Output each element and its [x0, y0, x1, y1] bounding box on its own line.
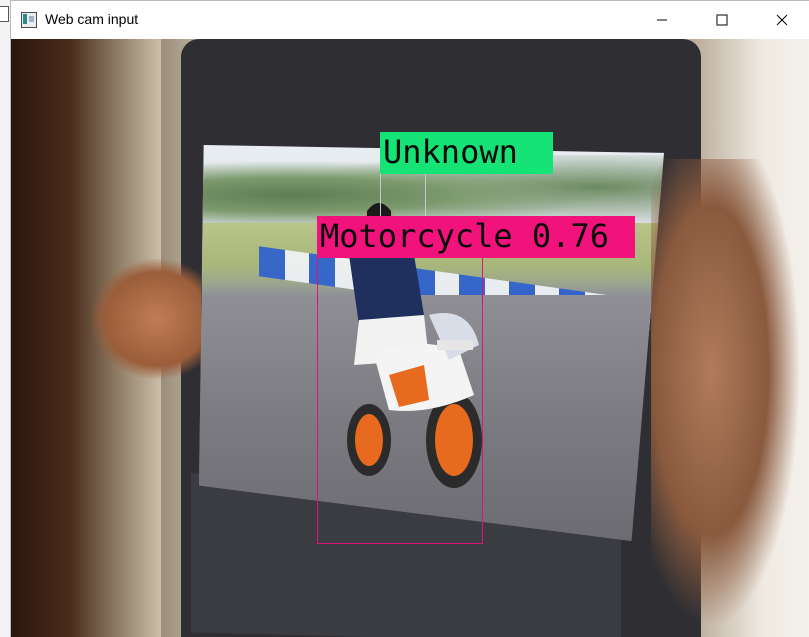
maximize-icon — [716, 14, 728, 26]
face-detection-label: Unknown — [380, 132, 553, 174]
webcam-window: Web cam input Unknown Motorcycle 0.76 — [10, 0, 809, 637]
motorcycle-bounding-box — [317, 257, 483, 544]
minimize-icon — [657, 19, 667, 21]
window-title: Web cam input — [45, 11, 139, 27]
maximize-button[interactable] — [699, 1, 745, 39]
app-icon — [21, 12, 37, 28]
close-icon — [776, 14, 788, 26]
title-bar[interactable]: Web cam input — [11, 1, 809, 39]
left-hand — [91, 259, 201, 379]
right-hand — [651, 159, 801, 629]
minimize-button[interactable] — [639, 1, 685, 39]
webcam-feed: Unknown Motorcycle 0.76 — [11, 39, 809, 637]
background-window-icon — [0, 6, 9, 22]
close-button[interactable] — [759, 1, 805, 39]
motorcycle-detection-label: Motorcycle 0.76 — [317, 216, 635, 258]
